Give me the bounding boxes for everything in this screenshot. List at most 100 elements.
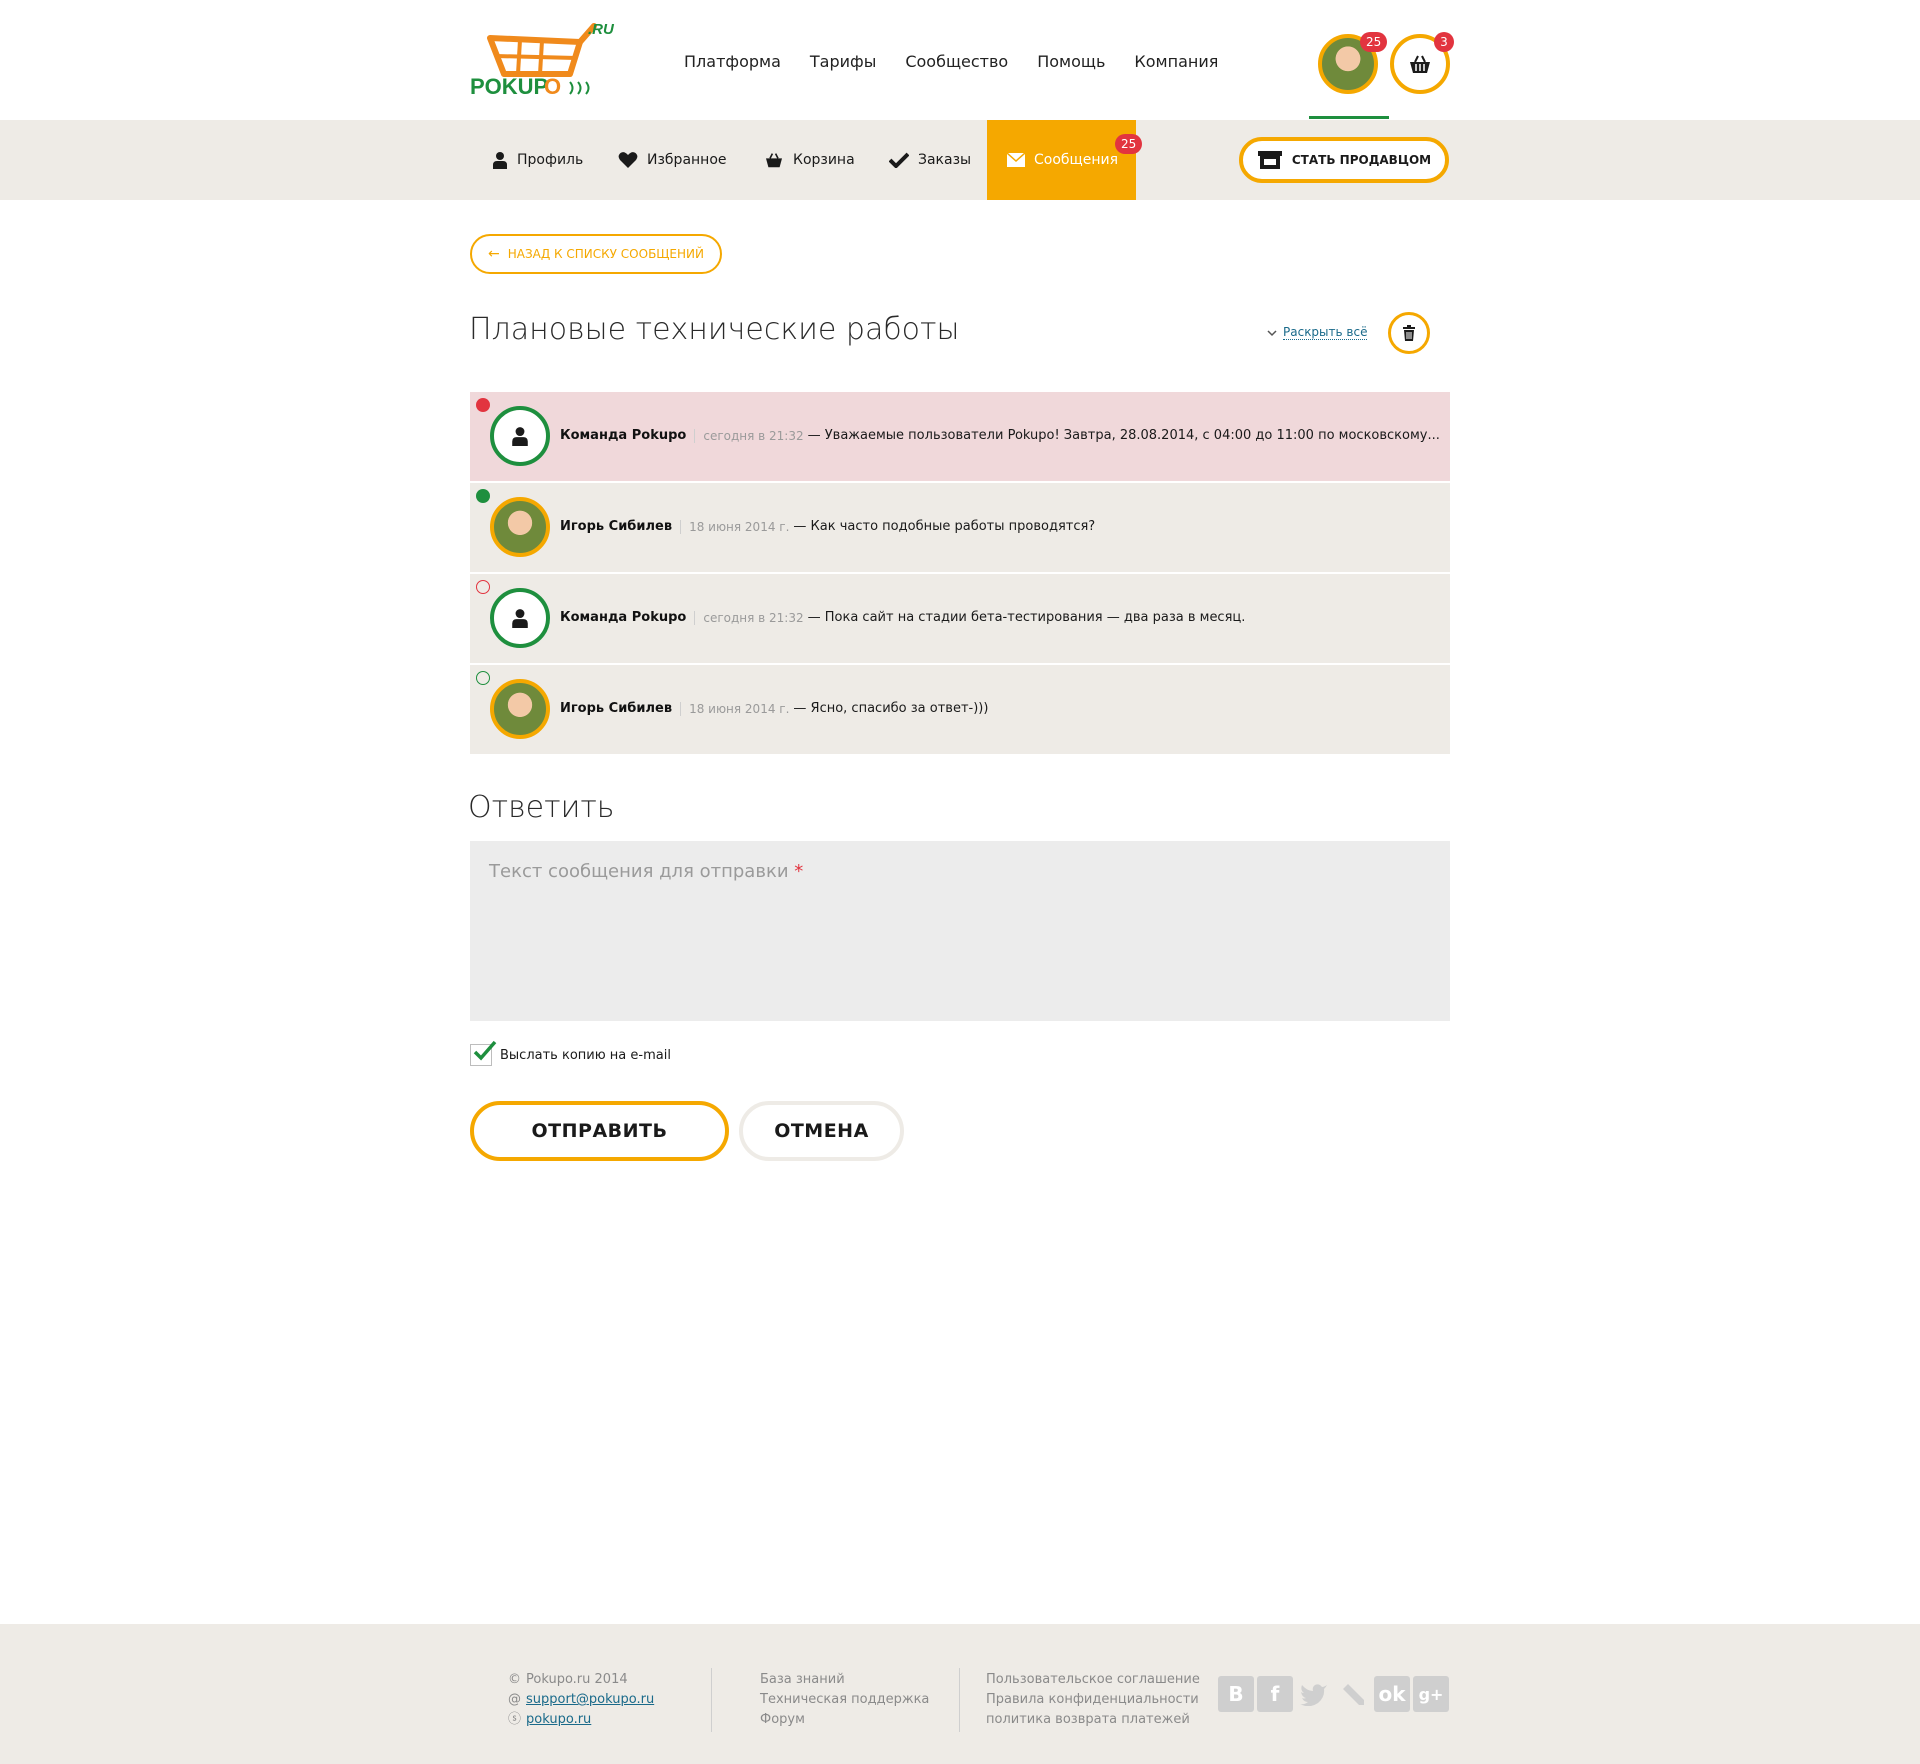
tab-favorites-label: Избранное [647,152,727,168]
become-seller-label: СТАТЬ ПРОДАВЦОМ [1291,153,1432,167]
tab-messages-label: Сообщения [1034,152,1119,168]
message-item[interactable]: Игорь Сибилев 18 июня 2014 г. — Как част… [470,483,1450,572]
user-icon [512,609,528,628]
tab-cart-label: Корзина [793,152,855,168]
at-icon: @ [508,1692,521,1707]
send-button[interactable]: ОТПРАВИТЬ [470,1101,729,1161]
copy-email-label: Выслать копию на e-mail [500,1047,671,1063]
message-author: Игорь Сибилев [560,701,673,716]
skype-link[interactable]: pokupo.ru [526,1710,591,1730]
unread-indicator [476,489,490,503]
nav-help[interactable]: Помощь [1037,52,1105,71]
footer-link-support[interactable]: Техническая поддержка [760,1690,929,1710]
skype-icon: ⓢ [508,1712,522,1727]
read-indicator [476,580,490,594]
message-author: Команда Pokupo [560,610,687,625]
footer-link-refund[interactable]: политика возврата платежей [986,1710,1200,1730]
reply-title: Ответить [468,790,615,825]
footer-link-knowledge[interactable]: База знаний [760,1670,929,1690]
user-avatar[interactable]: 25 [1318,32,1388,94]
message-time: сегодня в 21:32 [703,428,804,443]
message-text: — Пока сайт на стадии бета-тестирования … [807,610,1246,625]
cart-badge: 3 [1434,32,1454,52]
read-indicator [476,671,490,685]
page-title: Плановые технические работы [469,312,960,347]
site-header: POKUP O .RU Платформа Тарифы Сообщество … [0,0,1920,120]
basket-icon [1410,55,1430,73]
message-author: Команда Pokupo [560,428,687,443]
shop-icon [1257,151,1282,169]
user-icon [512,427,528,446]
checkmark-icon [473,1040,497,1061]
tab-orders-label: Заказы [918,152,972,168]
arrow-left-icon: ← [488,246,500,262]
tab-orders[interactable]: Заказы [889,120,971,200]
checkbox[interactable] [470,1040,497,1066]
user-avatar [490,679,550,739]
cart-button[interactable]: 3 [1390,32,1454,94]
pokupo-logo[interactable]: POKUP O .RU [470,18,620,102]
basket-icon [766,153,782,168]
tab-favorites[interactable]: Избранное [618,120,727,200]
notifications-badge: 25 [1360,32,1388,52]
svg-text:O: O [544,74,561,99]
message-text: — Как часто подобные работы проводятся? [793,519,1096,534]
copyright-text: Pokupo.ru 2014 [526,1672,628,1687]
cancel-button[interactable]: ОТМЕНА [739,1101,904,1161]
tab-profile-label: Профиль [517,152,584,168]
trash-icon [1403,325,1415,341]
tab-cart[interactable]: Корзина [764,120,855,200]
main-nav: Платформа Тарифы Сообщество Помощь Компа… [684,52,1218,71]
heart-icon [618,152,638,168]
message-item[interactable]: Игорь Сибилев 18 июня 2014 г. — Ясно, сп… [470,665,1450,754]
site-footer: © Pokupo.ru 2014 @ support@pokupo.ru ⓢ poku… [0,1624,1920,1764]
social-links: B f ok g+ [1218,1676,1449,1712]
user-icon [493,152,507,169]
reply-textarea[interactable] [470,841,1450,1021]
user-avatar [490,497,550,557]
check-icon [889,152,909,168]
copyright-icon: © [508,1672,521,1687]
support-email-link[interactable]: support@pokupo.ru [526,1690,654,1710]
expand-all-label: Раскрыть всё [1283,325,1368,340]
envelope-icon [1007,153,1025,167]
tab-profile[interactable]: Профиль [492,120,583,200]
message-author: Игорь Сибилев [560,519,673,534]
nav-tariffs[interactable]: Тарифы [810,52,876,71]
account-subnav: Профиль Избранное Корзина Заказы Сообщен… [0,120,1920,200]
message-thread: Команда Pokupo сегодня в 21:32 — Уважаем… [470,392,1450,756]
odnoklassniki-icon[interactable]: ok [1374,1676,1410,1712]
tab-messages[interactable]: Сообщения 25 [987,120,1143,200]
footer-link-privacy[interactable]: Правила конфиденциальности [986,1690,1200,1710]
become-seller-button[interactable]: СТАТЬ ПРОДАВЦОМ [1239,137,1449,183]
google-plus-icon[interactable]: g+ [1413,1676,1449,1712]
twitter-icon[interactable] [1296,1676,1332,1712]
messages-badge: 25 [1115,134,1143,154]
message-time: 18 июня 2014 г. [689,701,790,716]
nav-community[interactable]: Сообщество [905,52,1008,71]
chevron-down-icon [1267,329,1277,336]
footer-link-forum[interactable]: Форум [760,1710,929,1730]
message-time: 18 июня 2014 г. [689,519,790,534]
back-to-messages-button[interactable]: ← НАЗАД К СПИСКУ СООБЩЕНИЙ [470,234,722,274]
unread-indicator [476,398,490,412]
delete-thread-button[interactable] [1388,312,1430,354]
svg-text:POKUP: POKUP [470,74,548,99]
team-avatar [490,588,550,648]
back-to-messages-label: НАЗАД К СПИСКУ СООБЩЕНИЙ [507,247,704,261]
avatar-active-indicator [1309,116,1389,119]
message-item[interactable]: Команда Pokupo сегодня в 21:32 — Пока са… [470,574,1450,663]
vk-icon[interactable]: B [1218,1676,1254,1712]
copy-email-checkbox[interactable]: Выслать копию на e-mail [470,1040,671,1066]
livejournal-icon[interactable] [1335,1676,1371,1712]
nav-platform[interactable]: Платформа [684,52,781,71]
message-item[interactable]: Команда Pokupo сегодня в 21:32 — Уважаем… [470,392,1450,481]
nav-company[interactable]: Компания [1134,52,1218,71]
expand-all-link[interactable]: Раскрыть всё [1267,325,1368,340]
team-avatar [490,406,550,466]
svg-text:.RU: .RU [588,21,615,38]
facebook-icon[interactable]: f [1257,1676,1293,1712]
footer-link-terms[interactable]: Пользовательское соглашение [986,1670,1200,1690]
message-time: сегодня в 21:32 [703,610,804,625]
message-text: — Ясно, спасибо за ответ-))) [793,701,989,716]
